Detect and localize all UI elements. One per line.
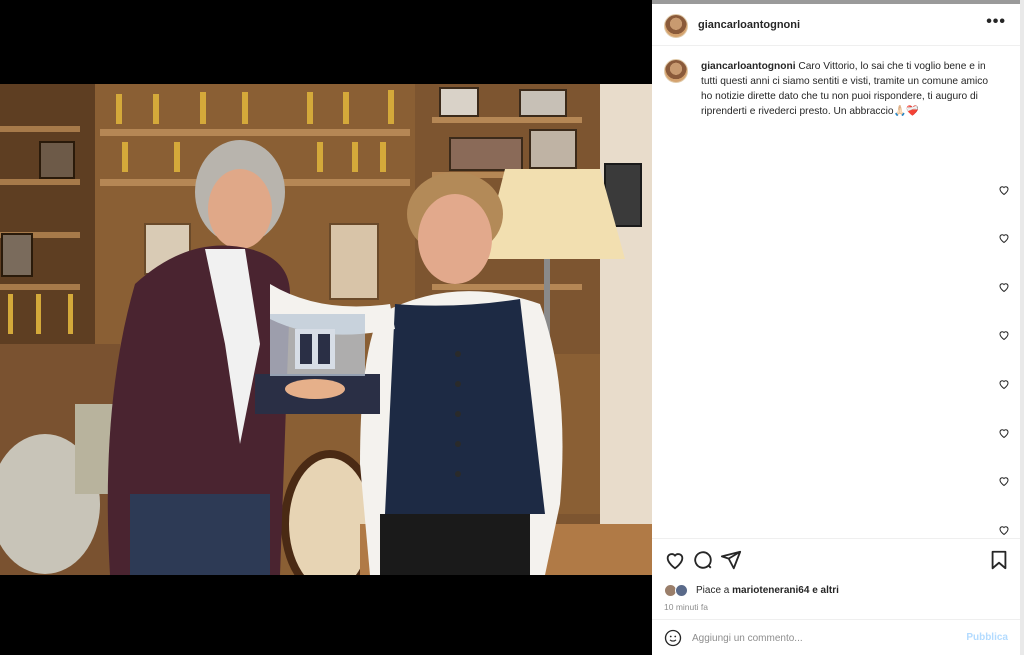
likes-prefix: Piace a — [696, 585, 730, 596]
post-photo — [0, 84, 652, 575]
likes-summary: Piace a mariotenerani64 e altri — [664, 582, 964, 600]
caption-author-avatar[interactable] — [664, 59, 688, 83]
emoji-icon[interactable] — [664, 629, 682, 647]
post-media[interactable] — [0, 0, 652, 655]
photo-illustration — [0, 84, 652, 575]
comment-bar: Pubblica — [652, 619, 1020, 655]
send-icon[interactable] — [720, 549, 742, 571]
heart-icon[interactable] — [998, 378, 1010, 390]
more-options-icon[interactable]: ••• — [986, 14, 1006, 30]
liker-avatar[interactable] — [675, 584, 688, 597]
comment-input[interactable] — [692, 628, 952, 648]
heart-icon[interactable] — [998, 232, 1010, 244]
heart-icon[interactable] — [998, 427, 1010, 439]
like-heart-icon[interactable] — [664, 549, 686, 571]
likes-user-link[interactable]: mariotenerani64 — [732, 585, 809, 596]
heart-icon[interactable] — [998, 281, 1010, 293]
bookmark-icon[interactable] — [988, 549, 1010, 571]
likes-text: Piace a mariotenerani64 e altri — [696, 585, 839, 596]
publish-button[interactable]: Pubblica — [966, 632, 1008, 643]
heart-icon[interactable] — [998, 524, 1010, 536]
heart-icon[interactable] — [998, 184, 1010, 196]
author-avatar[interactable] — [664, 14, 688, 38]
likes-others-link[interactable]: e altri — [812, 585, 839, 596]
heart-icon[interactable] — [998, 475, 1010, 487]
heart-icon[interactable] — [998, 329, 1010, 341]
caption-author-username[interactable]: giancarloantognoni — [701, 61, 796, 72]
post-panel: giancarloantognoni ••• giancarloantognon… — [652, 4, 1020, 655]
comment-icon[interactable] — [692, 549, 714, 571]
caption-text: giancarloantognoni Caro Vittorio, lo sai… — [701, 59, 1001, 119]
author-username[interactable]: giancarloantognoni — [698, 19, 800, 31]
window-right-edge — [1020, 0, 1024, 655]
post-header: giancarloantognoni ••• — [652, 4, 1020, 46]
post-timestamp[interactable]: 10 minuti fa — [664, 602, 708, 612]
